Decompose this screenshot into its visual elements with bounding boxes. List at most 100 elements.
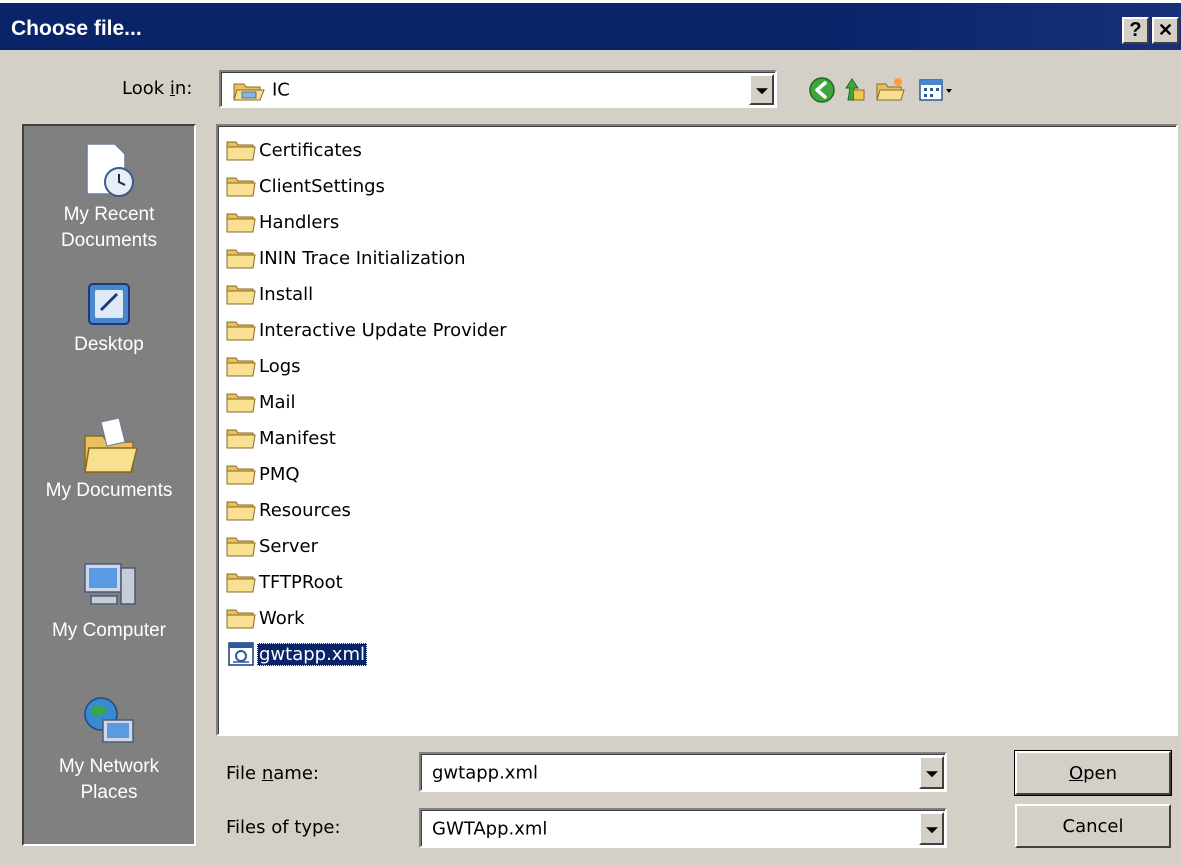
file-item-name: Install (259, 283, 314, 305)
place-label: My Documents (45, 480, 173, 501)
chevron-down-icon (755, 87, 768, 94)
place-label: My Computer (51, 620, 167, 641)
close-button[interactable]: ✕ (1152, 17, 1179, 44)
folder-list-item[interactable]: TFTPRoot (225, 567, 345, 597)
look-in-combobox[interactable]: IC (219, 70, 777, 108)
open-button-mnemonic: O (1068, 762, 1084, 784)
file-item-name: Server (259, 535, 319, 557)
place-label: My Recent (63, 204, 155, 225)
new-folder-icon[interactable] (874, 74, 906, 106)
place-my-recent-documents[interactable]: My Recent Documents (24, 138, 194, 254)
folder-list-item[interactable]: Interactive Update Provider (225, 315, 509, 345)
folder-list-item[interactable]: Install (225, 279, 315, 309)
back-icon[interactable] (806, 74, 838, 106)
window-title: Choose file... (11, 17, 142, 40)
folder-list-item[interactable]: Server (225, 531, 320, 561)
help-button[interactable]: ? (1122, 17, 1149, 44)
folder-icon (226, 609, 256, 629)
folder-list-item[interactable]: Manifest (225, 423, 338, 453)
look-in-dropdown-button[interactable] (749, 74, 774, 105)
folder-icon (226, 357, 256, 377)
folder-list-item[interactable]: ININ Trace Initialization (225, 243, 468, 273)
file-name-input[interactable]: gwtapp.xml (432, 762, 538, 783)
close-icon: ✕ (1157, 20, 1174, 40)
help-icon: ? (1129, 19, 1142, 41)
cancel-button-label: Cancel (1062, 815, 1124, 837)
file-item-name: ININ Trace Initialization (259, 247, 466, 269)
my-computer-icon (84, 563, 136, 605)
chevron-down-icon (925, 826, 938, 833)
file-name-label-pre: File (226, 763, 262, 784)
up-one-level-icon[interactable] (840, 74, 872, 106)
place-label: Places (80, 782, 138, 803)
place-label: Documents (60, 230, 158, 251)
file-type-value: GWTApp.xml (432, 818, 548, 839)
open-button-label: pen (1083, 762, 1118, 784)
file-type-label: Files of type: (226, 817, 341, 838)
place-label: My Network (58, 756, 160, 777)
folder-open-icon (233, 83, 265, 101)
file-name-dropdown-button[interactable] (919, 756, 944, 789)
open-button[interactable]: Open (1014, 750, 1172, 796)
folder-icon (226, 249, 256, 269)
folder-list-item[interactable]: Mail (225, 387, 298, 417)
cancel-button[interactable]: Cancel (1015, 804, 1171, 848)
folder-list-item[interactable]: Resources (225, 495, 353, 525)
folder-list-item[interactable]: PMQ (225, 459, 302, 489)
network-places-icon (84, 697, 134, 743)
look-in-label: Look in: (122, 78, 192, 99)
file-item-name: Logs (259, 355, 301, 377)
file-item-name: Manifest (259, 427, 336, 449)
file-item-name: ClientSettings (259, 175, 385, 197)
place-desktop[interactable]: Desktop (24, 276, 194, 358)
title-bar[interactable]: Choose file... ? ✕ (0, 0, 1181, 50)
file-name-label: File name: (226, 763, 319, 784)
file-item-name: Resources (259, 499, 351, 521)
folder-icon (226, 141, 256, 161)
file-list-inner: Certificates ClientSettings Handlers INI… (218, 126, 1176, 734)
file-item-name: Certificates (259, 139, 362, 161)
look-in-label-pre: Look (122, 78, 170, 99)
folder-icon (226, 393, 256, 413)
recent-documents-icon (86, 143, 134, 197)
file-name-label-post: ame: (273, 763, 319, 784)
folder-icon (226, 501, 256, 521)
places-bar: My Recent Documents Desktop My Documents… (22, 124, 196, 846)
file-item-name: Mail (259, 391, 296, 413)
place-label: Desktop (74, 334, 144, 355)
folder-icon (226, 321, 256, 341)
file-name-label-mnemonic: n (261, 763, 274, 784)
desktop-icon (88, 283, 130, 325)
look-in-label-post: n: (174, 78, 193, 99)
file-type-dropdown-button[interactable] (919, 812, 944, 845)
folder-list-item[interactable]: Certificates (225, 135, 364, 165)
file-item-name: Interactive Update Provider (259, 319, 507, 341)
folder-list-item[interactable]: Logs (225, 351, 303, 381)
file-list-item[interactable]: gwtapp.xml (225, 639, 367, 669)
look-in-value: IC (272, 79, 290, 100)
file-item-name: Handlers (259, 211, 340, 233)
folder-list-item[interactable]: Handlers (225, 207, 341, 237)
place-my-computer[interactable]: My Computer (24, 554, 194, 644)
file-list[interactable]: Certificates ClientSettings Handlers INI… (216, 124, 1178, 736)
view-menu-icon[interactable] (916, 74, 956, 106)
folder-icon (226, 465, 256, 485)
file-item-name: Work (259, 607, 305, 629)
place-my-network-places[interactable]: My Network Places (24, 690, 194, 806)
file-item-name: PMQ (259, 463, 300, 485)
xml-file-icon (228, 642, 254, 666)
file-item-name: TFTPRoot (259, 571, 343, 593)
folder-icon (226, 429, 256, 449)
folder-icon (226, 285, 256, 305)
file-item-name: gwtapp.xml (257, 642, 367, 666)
folder-icon (226, 177, 256, 197)
file-type-combobox[interactable]: GWTApp.xml (419, 808, 947, 848)
my-documents-icon (84, 417, 138, 473)
chevron-down-icon (925, 770, 938, 777)
file-name-combobox[interactable]: gwtapp.xml (419, 752, 947, 792)
folder-list-item[interactable]: Work (225, 603, 307, 633)
folder-list-item[interactable]: ClientSettings (225, 171, 387, 201)
folder-icon (226, 573, 256, 593)
place-my-documents[interactable]: My Documents (24, 414, 194, 504)
folder-icon (226, 213, 256, 233)
